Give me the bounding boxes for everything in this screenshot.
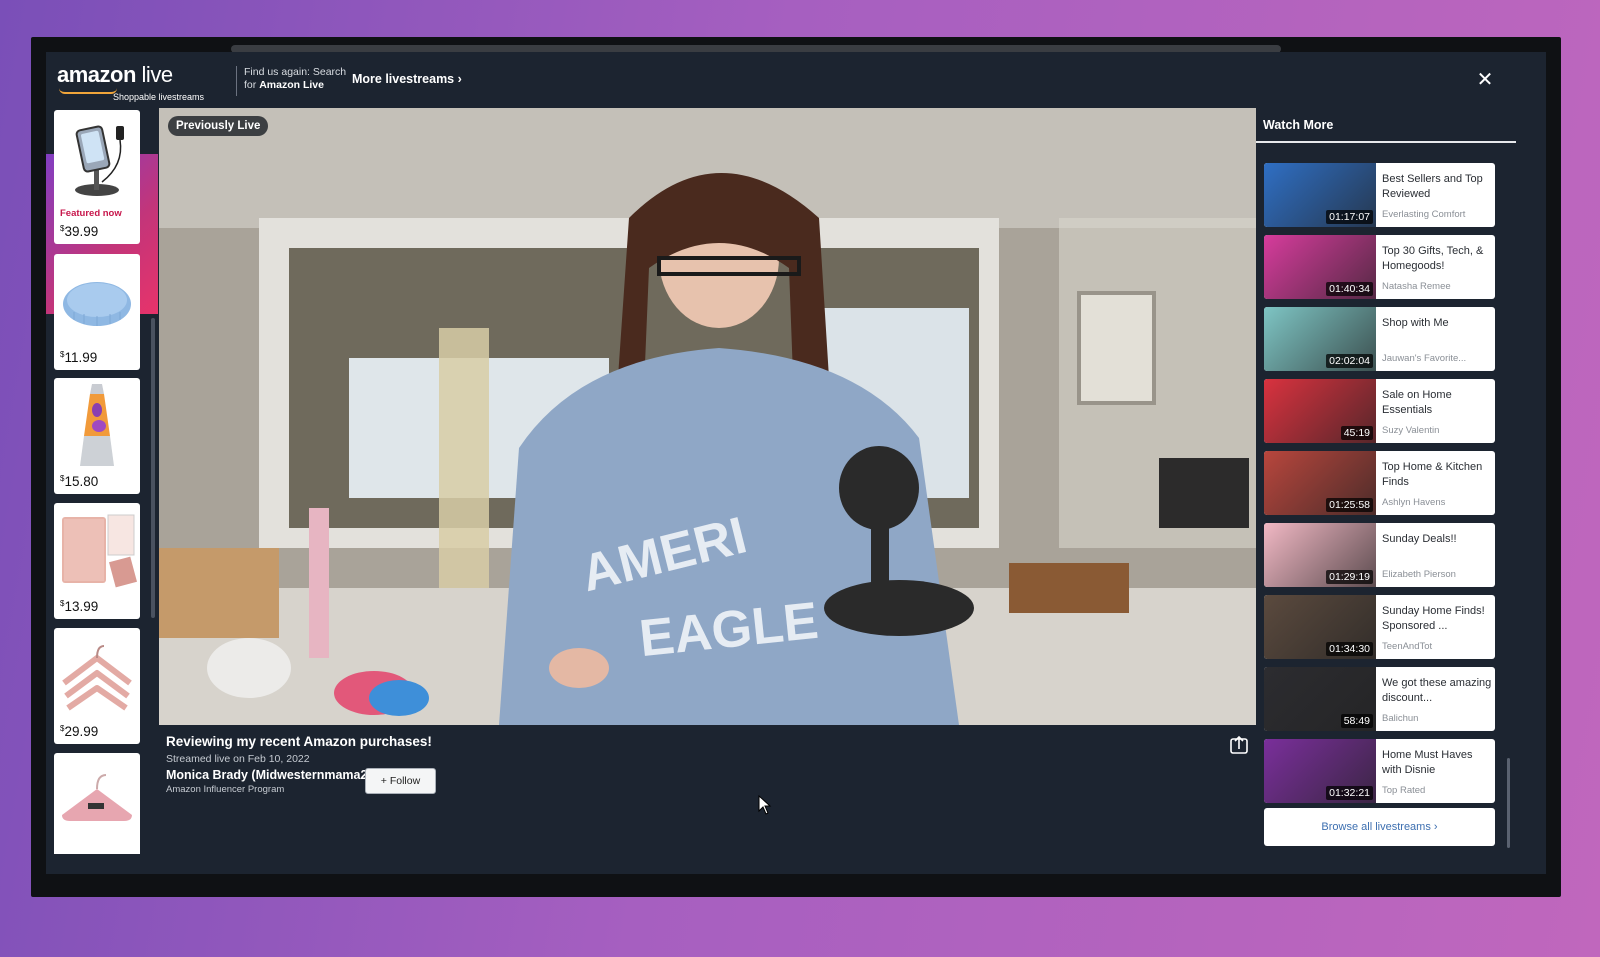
duration-badge: 01:32:21 <box>1326 786 1373 800</box>
velvet-hanger-icon <box>62 774 132 821</box>
watch-more-panel: Watch More 01:17:07 Best Sellers and Top … <box>1256 108 1516 874</box>
livestream-card[interactable]: 45:19 Sale on Home Essentials Suzy Valenti… <box>1264 379 1495 443</box>
livestream-thumbnail: 01:25:58 <box>1264 451 1376 515</box>
duration-badge: 01:40:34 <box>1326 282 1373 296</box>
livestream-thumbnail: 01:32:21 <box>1264 739 1376 803</box>
duration-badge: 01:17:07 <box>1326 210 1373 224</box>
product-card[interactable]: $29.99 <box>54 628 140 744</box>
livestream-author: Elizabeth Pierson <box>1382 569 1456 580</box>
close-icon[interactable]: ✕ <box>1473 68 1497 92</box>
logo-tagline: Shoppable livestreams <box>113 92 205 102</box>
amazon-smile-icon <box>59 88 117 94</box>
duration-badge: 45:19 <box>1340 426 1373 440</box>
watch-more-title: Watch More <box>1263 118 1334 132</box>
creator-program: Amazon Influencer Program <box>166 784 285 795</box>
livestream-title: Sunday Deals!! <box>1382 533 1457 545</box>
modal-header: amazon live Shoppable livestreams Find u… <box>46 52 1546 108</box>
livestream-title: Home Must Haves with Disnie <box>1382 749 1473 776</box>
duration-badge: 58:49 <box>1340 714 1373 728</box>
duration-badge: 02:02:04 <box>1326 354 1373 368</box>
bath-brush-icon <box>63 282 131 326</box>
find-us-line2: for Amazon Live <box>244 79 324 91</box>
livestream-thumbnail: 45:19 <box>1264 379 1376 443</box>
livestream-title: Sunday Home Finds! Sponsored ... <box>1382 605 1485 632</box>
phone-charger-stand-icon <box>75 125 124 196</box>
livestream-thumbnail: 01:29:19 <box>1264 523 1376 587</box>
more-livestreams-link[interactable]: More livestreams › <box>352 72 462 86</box>
livestream-card[interactable]: 01:32:21 Home Must Haves with Disnie Top R… <box>1264 739 1495 803</box>
watch-more-scrollbar[interactable] <box>1507 758 1510 848</box>
product-price: $39.99 <box>60 224 99 239</box>
product-card-featured[interactable]: Featured now $39.99 <box>54 110 140 244</box>
livestream-thumbnail: 58:49 <box>1264 667 1376 731</box>
amazon-live-logo: amazon live Shoppable livestreams <box>57 62 204 102</box>
mouse-cursor-icon <box>758 795 772 815</box>
creator-name[interactable]: Monica Brady (Midwesternmama29) <box>166 768 1256 782</box>
product-card[interactable]: $13.99 <box>54 503 140 619</box>
livestream-author: Everlasting Comfort <box>1382 209 1466 220</box>
stream-title: Reviewing my recent Amazon purchases! <box>166 734 432 749</box>
livestream-author: TeenAndTot <box>1382 641 1433 652</box>
stream-date: Streamed live on Feb 10, 2022 <box>166 753 310 765</box>
livestream-author: Natasha Remee <box>1382 281 1451 292</box>
product-card[interactable]: $11.99 <box>54 254 140 370</box>
video-frame-image: AMERI EAGLE <box>159 108 1256 725</box>
livestream-card[interactable]: 01:40:34 Top 30 Gifts, Tech, & Homegoods!… <box>1264 235 1495 299</box>
amazon-live-modal: amazon live Shoppable livestreams Find u… <box>46 52 1546 874</box>
find-us-line1: Find us again: Search <box>244 66 347 78</box>
livestream-author: Balichun <box>1382 713 1419 724</box>
previously-live-badge: Previously Live <box>168 116 269 136</box>
featured-now-label: Featured now <box>60 208 122 219</box>
livestream-title: Top 30 Gifts, Tech, & Homegoods! <box>1382 245 1484 272</box>
product-scrollbar[interactable] <box>151 318 155 618</box>
duration-badge: 01:25:58 <box>1326 498 1373 512</box>
follow-button[interactable]: + Follow <box>365 768 436 794</box>
passport-wallet-icon <box>62 514 137 588</box>
product-carousel: Featured now $39.99 $11.99 $15.80 $13.99… <box>46 108 158 854</box>
livestream-title: Best Sellers and Top Reviewed <box>1382 173 1483 200</box>
hangers-icon <box>62 645 132 711</box>
product-price: $11.99 <box>60 350 98 365</box>
stream-info: Reviewing my recent Amazon purchases! St… <box>166 734 1256 795</box>
logo-amazon: amazon <box>57 62 136 87</box>
livestream-title: Sale on Home Essentials <box>1382 389 1452 416</box>
watch-more-divider <box>1256 141 1516 143</box>
product-price: $13.99 <box>60 599 99 614</box>
product-card[interactable]: $15.80 <box>54 378 140 494</box>
find-us-hint: Find us again: Search for Amazon Live <box>236 66 346 96</box>
livestream-author: Top Rated <box>1382 785 1426 796</box>
logo-live: live <box>141 62 174 87</box>
duration-badge: 01:34:30 <box>1326 642 1373 656</box>
livestream-card[interactable]: 58:49 We got these amazing discount... Bal… <box>1264 667 1495 731</box>
livestream-thumbnail: 01:40:34 <box>1264 235 1376 299</box>
lava-lamp-icon <box>80 384 114 466</box>
duration-badge: 01:29:19 <box>1326 570 1373 584</box>
livestream-author: Jauwan's Favorite... <box>1382 353 1467 364</box>
video-player[interactable]: AMERI EAGLE Previously Live <box>159 108 1256 725</box>
product-price: $29.99 <box>60 724 99 739</box>
livestream-title: Top Home & Kitchen Finds <box>1382 461 1483 488</box>
livestream-thumbnail: 02:02:04 <box>1264 307 1376 371</box>
livestream-card[interactable]: 02:02:04 Shop with Me Jauwan's Favorite... <box>1264 307 1495 371</box>
product-price: $15.80 <box>60 474 99 489</box>
livestream-card[interactable]: 01:34:30 Sunday Home Finds! Sponsored ...… <box>1264 595 1495 659</box>
livestream-card[interactable]: 01:17:07 Best Sellers and Top Reviewed Eve… <box>1264 163 1495 227</box>
livestream-author: Suzy Valentin <box>1382 425 1440 436</box>
share-icon[interactable] <box>1229 735 1249 755</box>
browse-all-livestreams-button[interactable]: Browse all livestreams › <box>1264 808 1495 846</box>
livestream-card[interactable]: 01:25:58 Top Home & Kitchen Finds Ashlyn H… <box>1264 451 1495 515</box>
product-card[interactable] <box>54 753 140 854</box>
livestream-author: Ashlyn Havens <box>1382 497 1446 508</box>
livestream-title: We got these amazing discount... <box>1382 677 1492 704</box>
livestream-thumbnail: 01:34:30 <box>1264 595 1376 659</box>
livestream-card[interactable]: 01:29:19 Sunday Deals!! Elizabeth Pierson <box>1264 523 1495 587</box>
livestream-title: Shop with Me <box>1382 317 1449 329</box>
livestream-thumbnail: 01:17:07 <box>1264 163 1376 227</box>
